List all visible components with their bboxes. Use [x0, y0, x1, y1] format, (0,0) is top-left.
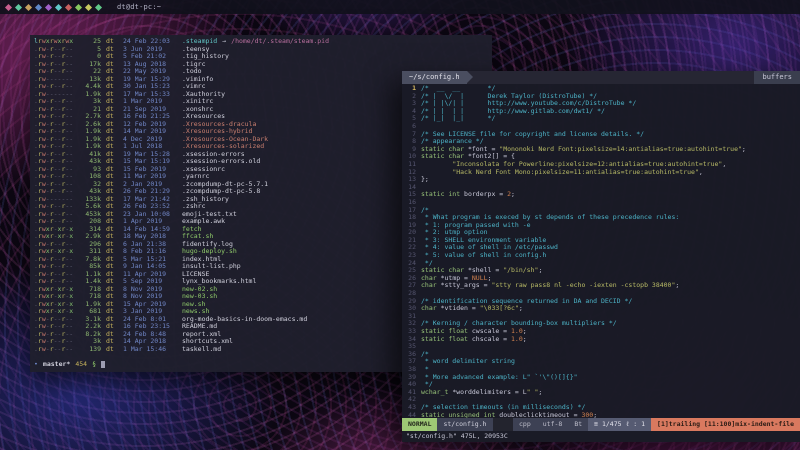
workspace-icon[interactable]	[95, 3, 102, 10]
code-text: * word delimiter string	[421, 358, 515, 366]
status-segment: ≡ 1/475 ℓ : 1	[588, 418, 651, 431]
top-status-bar: dt@dt-pc:~	[0, 0, 800, 14]
statusline-left: NORMALst/config.h	[402, 418, 493, 431]
code-line[interactable]: 27char *stty_args = "stty raw pass8 nl -…	[402, 282, 800, 290]
workspace-icon[interactable]	[65, 3, 72, 10]
workspace-icon[interactable]	[75, 3, 82, 10]
code-line[interactable]: 5/* |_| |_| */	[402, 115, 800, 123]
code-line[interactable]: 13};	[402, 176, 800, 184]
tab-config-h[interactable]: ~/s/config.h	[402, 71, 467, 84]
command-line[interactable]: "st/config.h" 475L, 20953C	[402, 431, 800, 442]
git-branch-label: master*	[43, 360, 70, 368]
code-text: };	[421, 176, 429, 184]
workspace-icon[interactable]	[5, 3, 12, 10]
file-date: 1 Mar 15:46	[123, 346, 177, 354]
file-row: .rw-r--r--17kdt13 Aug 2018.tigrc	[34, 61, 488, 69]
file-name: taskell.md	[182, 346, 221, 354]
file-row: lrwxrwxrwx25dt24 Feb 22:03.steampid→/hom…	[34, 38, 488, 46]
terminal-cursor	[101, 361, 105, 368]
code-text: wchar_t *worddelimiters = L" ";	[421, 389, 542, 397]
prompt-count: 454	[75, 360, 87, 368]
workspace-icon[interactable]	[15, 3, 22, 10]
file-owner: dt	[106, 346, 118, 354]
code-text: static int borderpx = 2;	[421, 191, 515, 199]
status-segment: NORMAL	[402, 418, 437, 431]
prompt-sign: §	[92, 360, 96, 368]
file-row: .rw-r--r--0dt5 Feb 21:02.tig_history	[34, 53, 488, 61]
status-segment: cpp	[513, 418, 537, 431]
code-text: * 5: value of shell in config.h	[421, 252, 546, 260]
git-branch-icon: •	[34, 360, 38, 368]
status-segment: st/config.h	[437, 418, 492, 431]
link-arrow-icon: →	[222, 38, 226, 46]
code-line[interactable]: 16	[402, 199, 800, 207]
code-area[interactable]: 1/* __ __ */2/* | \/ | Derek Taylor (Dis…	[402, 84, 800, 418]
workspace-icon[interactable]	[35, 3, 42, 10]
editor-tabline: ~/s/config.h buffers	[402, 71, 800, 84]
statusline-right: cpputf-8Bt≡ 1/475 ℓ : 1[1]trailing [11:1…	[513, 418, 800, 431]
code-line[interactable]: 15static int borderpx = 2;	[402, 191, 800, 199]
code-text: /* |_| |_| */	[421, 115, 495, 123]
statusline-spacer	[493, 418, 513, 431]
code-line[interactable]: 41wchar_t *worddelimiters = L" ";	[402, 389, 800, 397]
file-size: 139	[79, 346, 101, 354]
workspace-icon[interactable]	[25, 3, 32, 10]
buffers-label[interactable]: buffers	[754, 71, 800, 84]
code-text: "Hack Nerd Font Mono:pixelsize=11:antial…	[421, 169, 703, 177]
status-segment: [1]trailing [11:100]mix-indent-file	[651, 418, 800, 431]
file-row: .rw-r--r--5dt3 Jun 2019.teensy	[34, 46, 488, 54]
workspace-icon[interactable]	[55, 3, 62, 10]
editor-statusline: NORMALst/config.h cpputf-8Bt≡ 1/475 ℓ : …	[402, 418, 800, 431]
desktop-wallpaper: dt@dt-pc:~ lrwxrwxrwx25dt24 Feb 22:03.st…	[0, 0, 800, 450]
code-line[interactable]: 35	[402, 343, 800, 351]
code-text: char *stty_args = "stty raw pass8 nl -ec…	[421, 282, 679, 290]
code-text: static float chscale = 1.0;	[421, 336, 527, 344]
code-text: char *vtiden = "\033[?6c";	[421, 305, 523, 313]
code-line[interactable]: 34static float chscale = 1.0;	[402, 336, 800, 344]
code-line[interactable]: 23 * 5: value of shell in config.h	[402, 252, 800, 260]
workspace-icon[interactable]	[45, 3, 52, 10]
tab-label: ~/s/config.h	[409, 73, 460, 81]
code-line[interactable]: 39 * More advanced example: L" `'\"()[]{…	[402, 374, 800, 382]
code-line[interactable]: 12 "Hack Nerd Font Mono:pixelsize=11:ant…	[402, 169, 800, 177]
workspace-icons	[6, 5, 101, 10]
code-line[interactable]: 30char *vtiden = "\033[?6c";	[402, 305, 800, 313]
workspace-icon[interactable]	[85, 3, 92, 10]
link-target: /home/dt/.steam/steam.pid	[231, 38, 329, 46]
code-line[interactable]: 37 * word delimiter string	[402, 358, 800, 366]
file-permissions: .rw-r--r--	[34, 346, 74, 354]
tabline-spacer	[473, 71, 755, 84]
status-segment: Bt	[568, 418, 588, 431]
code-text: * More advanced example: L" `'\"()[]{}"	[421, 374, 578, 382]
status-segment: utf-8	[537, 418, 569, 431]
editor-window[interactable]: ~/s/config.h buffers 1/* __ __ */2/* | \…	[402, 71, 800, 442]
window-title: dt@dt-pc:~	[117, 3, 161, 11]
